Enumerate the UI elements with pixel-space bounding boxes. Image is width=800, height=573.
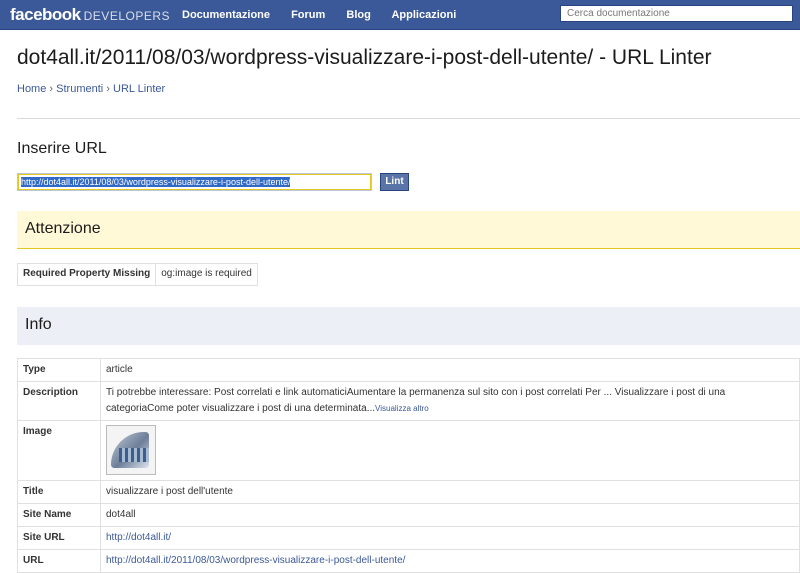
warning-heading: Attenzione [25,220,101,237]
table-row: URL http://dot4all.it/2011/08/03/wordpre… [17,549,800,573]
type-label: Type [17,358,101,382]
title-value: visualizzare i post dell'utente [100,480,800,504]
thumbnail-graphic [119,448,149,462]
title-label: Title [17,480,101,504]
table-row: Title visualizzare i post dell'utente [17,480,800,504]
logo-text: facebook [10,5,81,24]
site-name-label: Site Name [17,503,101,527]
table-row: Site Name dot4all [17,503,800,527]
table-row: Type article [17,358,800,382]
table-row: Image [17,420,800,481]
search-input[interactable] [560,5,793,22]
breadcrumb-home[interactable]: Home [17,83,46,95]
divider [17,118,800,119]
image-cell [100,420,800,481]
lint-button[interactable]: Lint [380,173,409,191]
warning-value: og:image is required [155,263,258,286]
url-input-value: http://dot4all.it/2011/08/03/wordpress-v… [21,177,291,187]
breadcrumb-separator: › [49,83,54,95]
breadcrumb-url-linter[interactable]: URL Linter [113,83,165,95]
table-row: Site URL http://dot4all.it/ [17,526,800,550]
nav-applicazioni[interactable]: Applicazioni [391,9,456,21]
breadcrumb-strumenti[interactable]: Strumenti [56,83,103,95]
description-label: Description [17,381,101,421]
type-value: article [100,358,800,382]
site-url-label: Site URL [17,526,101,550]
table-row: Description Ti potrebbe interessare: Pos… [17,381,800,421]
info-heading: Info [25,316,52,333]
url-label: URL [17,549,101,573]
main-nav: Documentazione Forum Blog Applicazioni [182,9,474,21]
url-link[interactable]: http://dot4all.it/2011/08/03/wordpress-v… [100,549,800,573]
warning-table: Required Property Missing og:image is re… [16,263,258,286]
breadcrumb-separator: › [106,83,110,95]
logo-subtext: DEVELOPERS [83,9,171,23]
description-cell: Ti potrebbe interessare: Post correlati … [100,381,800,421]
facebook-developers-logo[interactable]: facebook DEVELOPERS [10,5,170,25]
nav-blog[interactable]: Blog [346,9,370,21]
og-image-thumbnail[interactable] [106,425,156,475]
table-row: Required Property Missing og:image is re… [16,263,258,286]
nav-documentazione[interactable]: Documentazione [182,9,270,21]
page-title: dot4all.it/2011/08/03/wordpress-visualiz… [17,46,712,69]
warning-key: Required Property Missing [16,263,157,286]
top-navigation-bar: facebook DEVELOPERS Documentazione Forum … [0,0,800,30]
info-table: Type article Description Ti potrebbe int… [17,358,800,573]
nav-forum[interactable]: Forum [291,9,325,21]
url-input[interactable]: http://dot4all.it/2011/08/03/wordpress-v… [17,173,372,191]
url-input-label: Inserire URL [17,140,107,157]
info-section-header: Info [17,307,800,345]
warning-section-header: Attenzione [17,211,800,249]
site-name-value: dot4all [100,503,800,527]
site-url-link[interactable]: http://dot4all.it/ [100,526,800,550]
show-more-link[interactable]: Visualizza altro [375,404,429,413]
image-label: Image [17,420,101,481]
breadcrumb: Home › Strumenti › URL Linter [17,83,165,95]
